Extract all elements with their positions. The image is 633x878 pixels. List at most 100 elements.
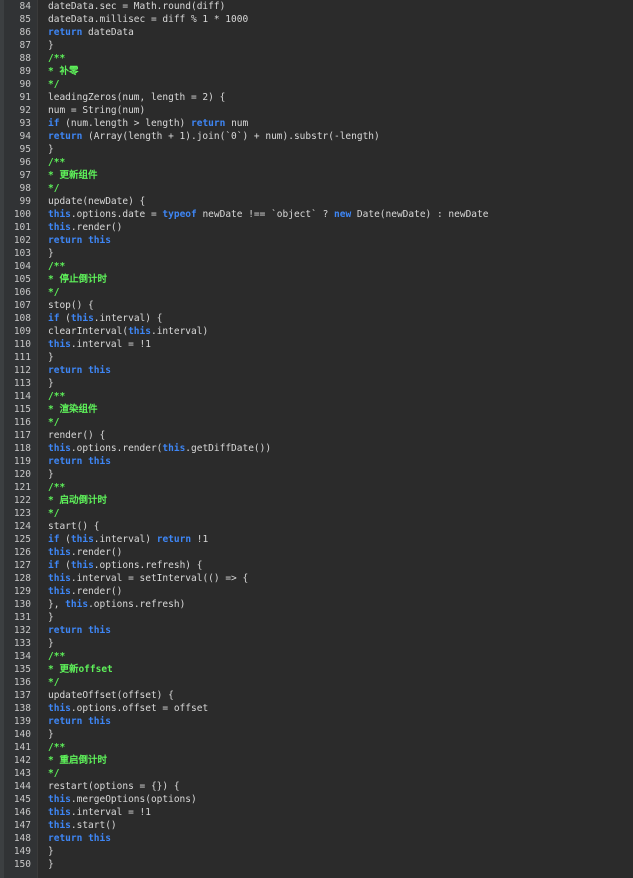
code-line[interactable]: 130}, this.options.refresh) [0, 598, 633, 611]
code-line[interactable]: 89 * 补零 [0, 65, 633, 78]
code-line[interactable]: 145 this.mergeOptions(options) [0, 793, 633, 806]
code-line[interactable]: 94 return (Array(length + 1).join(`0`) + … [0, 130, 633, 143]
code-line[interactable]: 138 this.options.offset = offset [0, 702, 633, 715]
code-line[interactable]: 132 return this [0, 624, 633, 637]
line-number: 122 [13, 495, 31, 506]
line-text: /** [48, 481, 65, 494]
line-number: 149 [13, 846, 31, 857]
code-line[interactable]: 108 if (this.interval) { [0, 312, 633, 325]
keyword-token: this [48, 586, 71, 597]
code-line[interactable]: 134 /** [0, 650, 633, 663]
code-line[interactable]: 90 */ [0, 78, 633, 91]
code-line[interactable]: 117 render() { [0, 429, 633, 442]
code-line[interactable]: 99 update(newDate) { [0, 195, 633, 208]
code-line[interactable]: 109 clearInterval(this.interval) [0, 325, 633, 338]
comment-token: * 停止倒计时 [48, 274, 107, 285]
code-line[interactable]: 105 * 停止倒计时 [0, 273, 633, 286]
code-line[interactable]: 88 /** [0, 52, 633, 65]
code-token: } [48, 40, 54, 51]
line-number: 146 [13, 807, 31, 818]
code-line[interactable]: 122 * 启动倒计时 [0, 494, 633, 507]
code-line[interactable]: 125 if (this.interval) return !1 [0, 533, 633, 546]
code-line[interactable]: 135 * 更新offset [0, 663, 633, 676]
keyword-token: return [48, 456, 83, 467]
code-line[interactable]: 119 return this [0, 455, 633, 468]
code-token: render() { [48, 430, 106, 441]
code-line[interactable]: 103} [0, 247, 633, 260]
code-line[interactable]: 100 this.options.date = typeof newDate !=… [0, 208, 633, 221]
code-line[interactable]: 86 return dateData [0, 26, 633, 39]
code-line[interactable]: 142 * 重启倒计时 [0, 754, 633, 767]
line-text: this.render() [48, 585, 122, 598]
code-line[interactable]: 148 return this [0, 832, 633, 845]
keyword-token: if [48, 118, 60, 129]
code-line[interactable]: 104 /** [0, 260, 633, 273]
code-line[interactable]: 115 * 渲染组件 [0, 403, 633, 416]
code-line[interactable]: 140} [0, 728, 633, 741]
code-line[interactable]: 118 this.options.render(this.getDiffDate(… [0, 442, 633, 455]
code-line[interactable]: 85 dateData.millisec = diff % 1 * 1000 [0, 13, 633, 26]
code-token: num [225, 118, 249, 129]
comment-token: */ [48, 508, 60, 519]
code-line[interactable]: 126 this.render() [0, 546, 633, 559]
keyword-token: return [48, 365, 83, 376]
line-number: 96 [19, 157, 31, 168]
line-text: * 更新组件 [48, 169, 97, 182]
keyword-token: this [88, 625, 111, 636]
code-line[interactable]: 113} [0, 377, 633, 390]
code-line[interactable]: 96 /** [0, 156, 633, 169]
code-line[interactable]: 139 return this [0, 715, 633, 728]
code-line[interactable]: 149} [0, 845, 633, 858]
line-text: leadingZeros(num, length = 2) { [48, 91, 225, 104]
code-line[interactable]: 131} [0, 611, 633, 624]
code-area[interactable]: 84 dateData.sec = Math.round(diff) 85 dateD… [0, 0, 633, 871]
code-line[interactable]: 111} [0, 351, 633, 364]
comment-token: */ [48, 183, 60, 194]
code-line[interactable]: 128 this.interval = setInterval(() => { [0, 572, 633, 585]
code-line[interactable]: 102 return this [0, 234, 633, 247]
line-number: 130 [13, 599, 31, 610]
code-line[interactable]: 141 /** [0, 741, 633, 754]
code-line[interactable]: 116 */ [0, 416, 633, 429]
code-line[interactable]: 124 start() { [0, 520, 633, 533]
code-line[interactable]: 114 /** [0, 390, 633, 403]
code-line[interactable]: 84 dateData.sec = Math.round(diff) [0, 0, 633, 13]
code-line[interactable]: 129 this.render() [0, 585, 633, 598]
code-line[interactable]: 91 leadingZeros(num, length = 2) { [0, 91, 633, 104]
code-token: .getDiffDate()) [185, 443, 272, 454]
code-line[interactable]: 95} [0, 143, 633, 156]
code-token: .render() [70, 586, 123, 597]
line-text: } [48, 468, 54, 481]
code-line[interactable]: 120} [0, 468, 633, 481]
code-line[interactable]: 123 */ [0, 507, 633, 520]
code-editor[interactable]: 84 dateData.sec = Math.round(diff) 85 dateD… [0, 0, 633, 878]
code-line[interactable]: 146 this.interval = !1 [0, 806, 633, 819]
keyword-token: this [88, 716, 111, 727]
code-token: .interval = !1 [70, 339, 151, 350]
code-line[interactable]: 106 */ [0, 286, 633, 299]
code-line[interactable]: 87} [0, 39, 633, 52]
code-line[interactable]: 143 */ [0, 767, 633, 780]
code-line[interactable]: 121 /** [0, 481, 633, 494]
code-line[interactable]: 110 this.interval = !1 [0, 338, 633, 351]
code-token: .render() [70, 547, 123, 558]
code-line[interactable]: 127 if (this.options.refresh) { [0, 559, 633, 572]
code-line[interactable]: 112 return this [0, 364, 633, 377]
code-line[interactable]: 101 this.render() [0, 221, 633, 234]
code-line[interactable]: 144 restart(options = {}) { [0, 780, 633, 793]
code-token: } [48, 612, 54, 623]
code-line[interactable]: 92 num = String(num) [0, 104, 633, 117]
code-line[interactable]: 107 stop() { [0, 299, 633, 312]
line-text: } [48, 845, 54, 858]
code-line[interactable]: 93 if (num.length > length) return num [0, 117, 633, 130]
code-line[interactable]: 137 updateOffset(offset) { [0, 689, 633, 702]
line-number: 109 [13, 326, 31, 337]
code-line[interactable]: 150} [0, 858, 633, 871]
code-line[interactable]: 133} [0, 637, 633, 650]
code-line[interactable]: 136 */ [0, 676, 633, 689]
comment-token: * 渲染组件 [48, 404, 98, 415]
code-line[interactable]: 147 this.start() [0, 819, 633, 832]
code-line[interactable]: 97 * 更新组件 [0, 169, 633, 182]
code-token: stop() { [48, 300, 94, 311]
code-line[interactable]: 98 */ [0, 182, 633, 195]
